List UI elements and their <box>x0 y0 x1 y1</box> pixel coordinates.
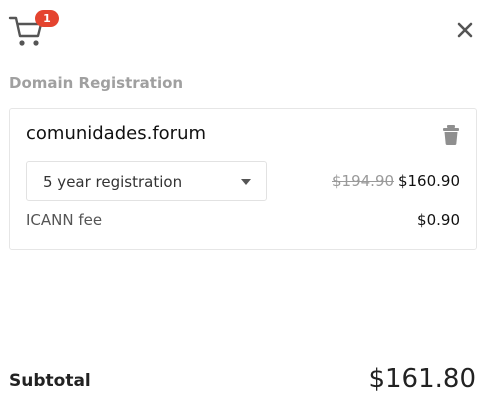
cart-button[interactable]: 1 <box>8 10 59 48</box>
registration-term-value: 5 year registration <box>43 173 183 191</box>
caret-down-icon <box>241 179 251 185</box>
original-price: $194.90 <box>332 172 395 190</box>
icann-fee-value: $0.90 <box>417 211 460 229</box>
domain-name: comunidades.forum <box>26 123 207 144</box>
section-title: Domain Registration <box>9 74 184 92</box>
registration-term-select[interactable]: 5 year registration <box>26 161 267 201</box>
close-icon[interactable] <box>453 18 477 42</box>
trash-icon[interactable] <box>441 124 461 146</box>
subtotal-label: Subtotal <box>9 371 91 391</box>
cart-count-badge: 1 <box>35 10 59 27</box>
discounted-price: $160.90 <box>397 172 460 190</box>
cart-item-card: comunidades.forum 5 year registration $1… <box>9 108 477 250</box>
subtotal-value: $161.80 <box>368 364 476 394</box>
icann-fee-label: ICANN fee <box>26 211 103 229</box>
